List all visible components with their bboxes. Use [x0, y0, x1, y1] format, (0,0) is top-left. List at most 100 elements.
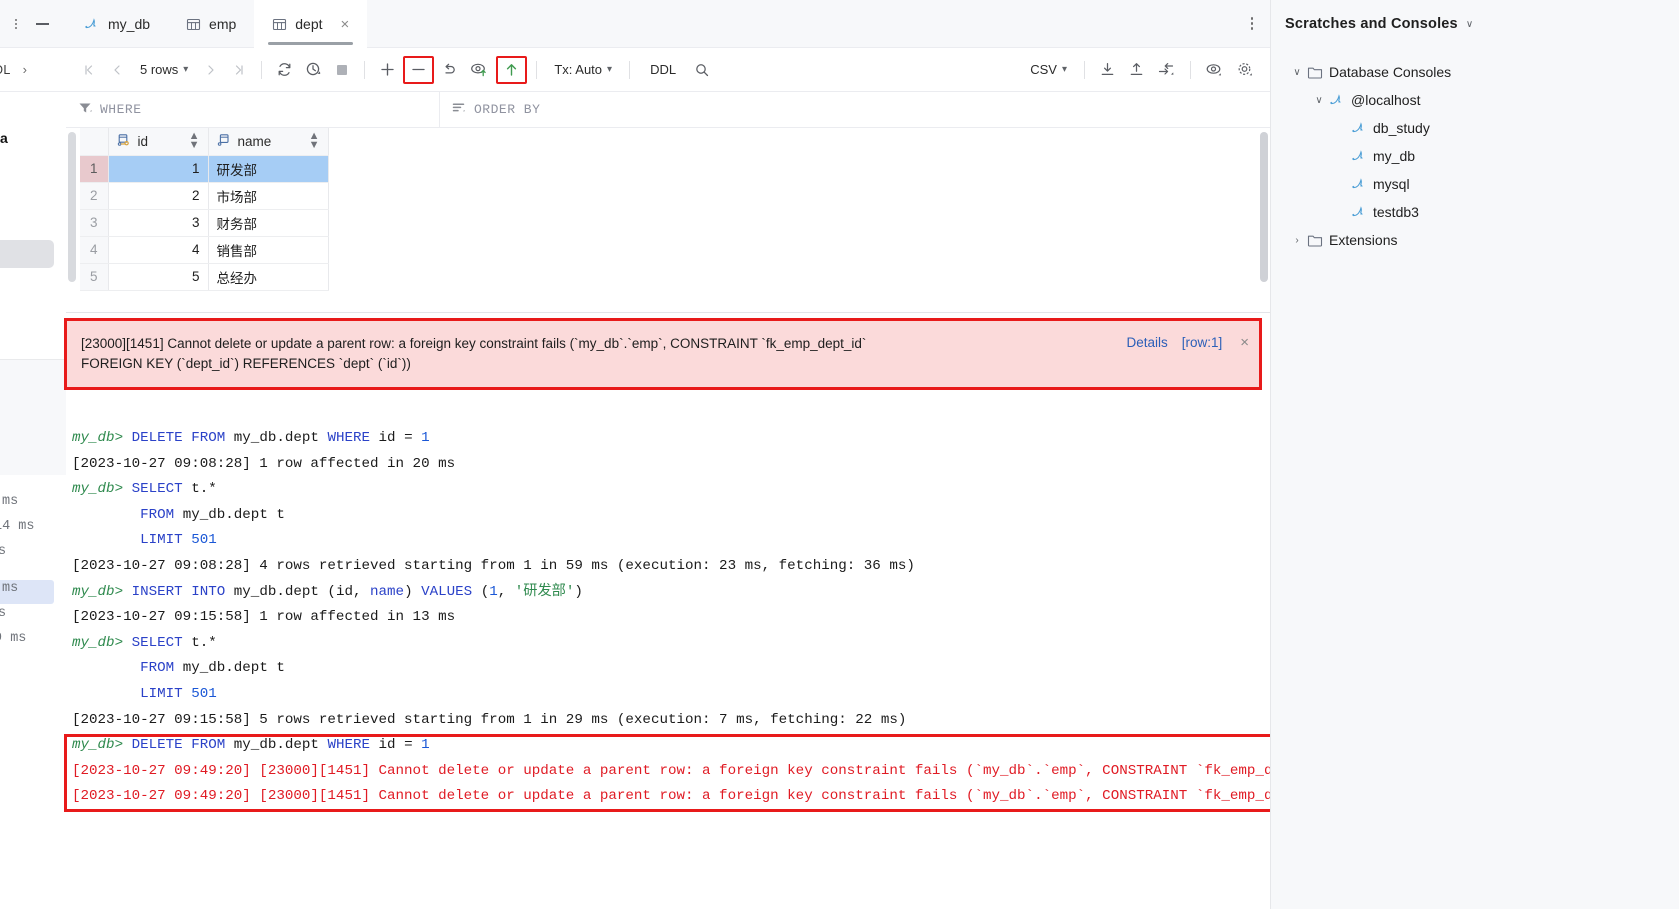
search-icon[interactable]: [689, 56, 715, 84]
row-number[interactable]: 4: [80, 236, 109, 264]
tree-item-label: my_db: [1373, 148, 1416, 164]
cell-name[interactable]: 财务部: [208, 209, 329, 237]
tree-item-label: Extensions: [1329, 232, 1398, 248]
download-icon[interactable]: [1094, 56, 1121, 84]
first-page-button[interactable]: [76, 56, 102, 84]
primary-key-icon: [117, 133, 132, 150]
column-header-id[interactable]: id ▲ ▼: [108, 128, 209, 156]
chevron-down-icon[interactable]: ∨: [1311, 95, 1327, 106]
cell-id[interactable]: 4: [108, 236, 209, 264]
sort-toggle-icon[interactable]: ▲ ▼: [309, 131, 320, 151]
error-row-link[interactable]: [row:1]: [1182, 335, 1223, 350]
left-expand-chevron-icon[interactable]: ›: [23, 62, 27, 77]
console-prompt: my_db>: [72, 583, 132, 600]
eye-icon[interactable]: [1200, 56, 1229, 84]
add-row-button[interactable]: [374, 56, 401, 84]
left-panel-body: a ms 14 ms s ms s 9 ms: [0, 92, 66, 909]
preview-pending-changes-icon[interactable]: [465, 56, 494, 84]
console-prompt: my_db>: [72, 737, 132, 754]
grid-scrollbar-right[interactable]: [1260, 132, 1268, 282]
tree-item-db-study[interactable]: db_study: [1271, 114, 1679, 142]
cell-name[interactable]: 研发部: [208, 155, 329, 183]
grid-scrollbar-vertical[interactable]: [68, 132, 76, 282]
data-transfer-icon[interactable]: [1152, 56, 1181, 84]
order-by-placeholder: ORDER BY: [474, 102, 541, 117]
cell-id[interactable]: 2: [108, 182, 209, 210]
tree-item-my-db[interactable]: my_db: [1271, 142, 1679, 170]
cell-name[interactable]: 市场部: [208, 182, 329, 210]
table-row[interactable]: 1 1 研发部: [80, 155, 329, 183]
export-format-selector[interactable]: CSV ▾: [1022, 62, 1075, 77]
table-row[interactable]: 4 4 销售部: [80, 236, 329, 264]
left-timing-2: s: [0, 544, 7, 559]
submit-changes-button[interactable]: [496, 55, 528, 84]
row-number[interactable]: 2: [80, 182, 109, 210]
row-number[interactable]: 3: [80, 209, 109, 237]
table-row[interactable]: 2 2 市场部: [80, 182, 329, 210]
column-header-name[interactable]: name ▲ ▼: [208, 128, 329, 156]
tab-bar-more-icon[interactable]: [1234, 0, 1270, 47]
refresh-icon[interactable]: [271, 56, 298, 84]
editor-tab-bar: my_db emp dept ×: [66, 0, 1270, 48]
sort-toggle-icon[interactable]: ▲ ▼: [189, 131, 200, 151]
toolbar-divider: [629, 60, 631, 79]
export-format-label: CSV: [1030, 62, 1057, 77]
error-details-link[interactable]: Details: [1126, 335, 1167, 350]
console-prompt: my_db>: [72, 430, 132, 446]
last-page-button[interactable]: [226, 56, 252, 84]
left-timing-5: 9 ms: [0, 631, 27, 646]
tree-item-database-consoles[interactable]: ∨ Database Consoles: [1271, 58, 1679, 86]
tree-item-label: mysql: [1373, 176, 1410, 192]
prev-page-button[interactable]: [104, 56, 130, 84]
cell-id[interactable]: 3: [108, 209, 209, 237]
mysql-db-icon: [84, 16, 100, 32]
upload-icon[interactable]: [1123, 56, 1150, 84]
ddl-button[interactable]: DDL: [639, 56, 687, 84]
rows-count-selector[interactable]: 5 rows ▾: [132, 62, 196, 77]
cell-id[interactable]: 5: [108, 263, 209, 291]
stop-icon[interactable]: [329, 56, 355, 84]
tree-item-localhost[interactable]: ∨ @localhost: [1271, 86, 1679, 114]
cell-id[interactable]: 1: [108, 155, 209, 183]
left-panel-more-icon[interactable]: [8, 16, 24, 32]
left-panel-minimize-icon[interactable]: [32, 16, 52, 32]
order-by-filter-input[interactable]: ORDER BY: [440, 92, 552, 128]
error-message: [23000][1451] Cannot delete or update a …: [67, 321, 866, 374]
folder-icon: [1305, 233, 1325, 247]
tree-item-testdb3[interactable]: testdb3: [1271, 198, 1679, 226]
table-row[interactable]: 3 3 财务部: [80, 209, 329, 237]
chevron-down-icon[interactable]: ∨: [1466, 19, 1473, 30]
tree-item-extensions[interactable]: › Extensions: [1271, 226, 1679, 254]
chevron-right-icon[interactable]: ›: [1289, 235, 1305, 246]
chevron-down-icon[interactable]: ∨: [1289, 67, 1305, 78]
tree-item-mysql[interactable]: mysql: [1271, 170, 1679, 198]
close-icon[interactable]: ×: [1240, 334, 1249, 351]
tree-item-label: testdb3: [1373, 204, 1419, 220]
history-icon[interactable]: [300, 56, 327, 84]
cell-name[interactable]: 销售部: [208, 236, 329, 264]
table-body: 1 1 研发部 2 2 市场部 3 3 财务部 4 4 销售部 5 5 总经办: [80, 155, 329, 291]
chevron-down-icon: ▾: [607, 64, 613, 75]
next-page-button[interactable]: [198, 56, 224, 84]
panel-title: Scratches and Consoles: [1285, 16, 1458, 32]
table-row[interactable]: 5 5 总经办: [80, 263, 329, 291]
cell-name[interactable]: 总经办: [208, 263, 329, 291]
console-tree: ∨ Database Consoles ∨ @localhost db_study my_…: [1271, 48, 1679, 254]
row-number[interactable]: 5: [80, 263, 109, 291]
tab-emp[interactable]: emp: [168, 0, 254, 48]
chevron-down-icon: ▾: [1061, 64, 1067, 75]
delete-row-button[interactable]: [403, 55, 435, 84]
tab-dept[interactable]: dept ×: [254, 0, 368, 48]
gear-icon[interactable]: [1231, 56, 1260, 84]
where-filter-input[interactable]: WHERE: [66, 91, 440, 128]
where-placeholder: WHERE: [100, 102, 142, 117]
close-icon[interactable]: ×: [341, 17, 350, 32]
left-timing-0: ms: [2, 494, 19, 509]
table-header-row: id ▲ ▼ name ▲ ▼: [80, 128, 329, 156]
revert-icon[interactable]: [436, 56, 463, 84]
tab-my_db[interactable]: my_db: [66, 0, 168, 48]
row-number[interactable]: 1: [80, 155, 109, 183]
left-fragment-text: a: [0, 130, 8, 146]
error-banner-actions: Details [row:1] ×: [1126, 334, 1249, 351]
transaction-mode-selector[interactable]: Tx: Auto ▾: [546, 62, 620, 77]
